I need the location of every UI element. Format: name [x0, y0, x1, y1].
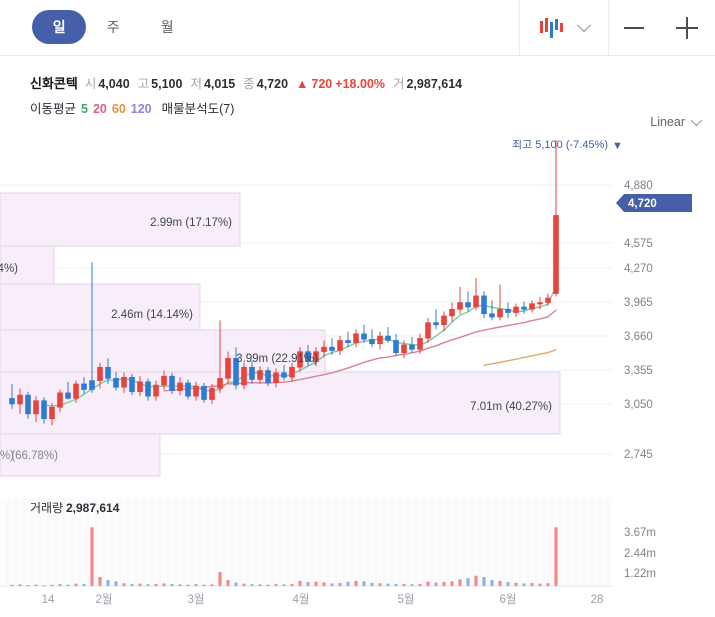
quote-info-bar: 신화콘텍 시 4,040 고 5,100 저 4,015 종 4,720 ▲ 720 +18.00% 거… [0, 56, 715, 122]
moving-average-label: 이동평균 [30, 102, 77, 116]
svg-text:2.99m (17.17%): 2.99m (17.17%) [150, 217, 232, 229]
volume-profile-boxes [0, 192, 561, 477]
candlestick-icon [539, 17, 565, 39]
svg-text:3.99m (22.91%): 3.99m (22.91%) [236, 353, 318, 365]
svg-text:(66.78%): (66.78%) [11, 450, 58, 462]
minus-icon [624, 27, 644, 29]
price-axis-labels: 4,880 4,575 4,270 3,965 3,660 3,355 3,050 2,745 [624, 180, 653, 461]
chevron-down-icon [576, 18, 592, 33]
stock-name: 신화콘텍 [30, 76, 78, 91]
tab-month[interactable]: 월 [140, 10, 194, 44]
svg-text:2월: 2월 [96, 593, 113, 606]
svg-text:2,745: 2,745 [624, 449, 653, 461]
chart-type-selector[interactable] [520, 0, 608, 56]
svg-text:4,880: 4,880 [624, 180, 653, 192]
svg-text:3.67m: 3.67m [624, 527, 656, 539]
svg-text:4,270: 4,270 [624, 263, 653, 275]
x-axis-labels: 14 2월 3월 4월 5월 6월 28 [42, 593, 604, 606]
open-value: 4,040 [98, 77, 130, 91]
period-tabs: 일 주 월 [32, 10, 194, 44]
svg-text:459k (2.64%): 459k (2.64%) [0, 263, 18, 275]
high-value: 5,100 [151, 77, 183, 91]
high-label: 고 [137, 77, 150, 91]
toolbar-right-controls [519, 0, 715, 56]
volume-profile-indicator-label[interactable]: 매물분석도(7) [162, 102, 235, 116]
change-percent: +18.00% [335, 77, 385, 91]
svg-text:6월: 6월 [500, 593, 517, 606]
volume-title: 거래량 2,987,614 [30, 501, 120, 515]
svg-text:3,050: 3,050 [624, 399, 653, 411]
ma-period-20[interactable]: 20 [93, 102, 107, 116]
open-label: 시 [84, 77, 97, 91]
scale-type-selector[interactable]: Linear [650, 114, 703, 129]
svg-text:▼: ▼ [612, 140, 623, 152]
chart-toolbar: 일 주 월 [0, 0, 715, 56]
svg-text:3,965: 3,965 [624, 297, 653, 309]
volume-value: 2,987,614 [406, 77, 463, 91]
price-chart[interactable]: 4,880 4,575 4,270 3,965 3,660 3,355 3,050 2,745… [0, 140, 715, 490]
close-value: 4,720 [256, 77, 289, 91]
svg-text:2.46m (14.14%): 2.46m (14.14%) [111, 309, 193, 321]
svg-text:3,660: 3,660 [624, 331, 653, 343]
volume-chart[interactable]: 3.67m 2.44m 1.22m 거래량 2,987,614 14 2월 3월 4월 5월 6… [0, 490, 715, 617]
change-arrow-icon: ▲ [296, 77, 309, 91]
svg-text:7.01m (40.27%): 7.01m (40.27%) [470, 401, 552, 413]
plus-icon [676, 17, 698, 39]
volume-axis-labels: 3.67m 2.44m 1.22m [624, 527, 656, 580]
ma-period-5[interactable]: 5 [81, 102, 88, 116]
svg-text:2.44m: 2.44m [624, 548, 656, 560]
ma-period-120[interactable]: 120 [131, 102, 152, 116]
svg-text:28: 28 [591, 594, 604, 606]
svg-text:거래량: 거래량 [30, 501, 63, 515]
stock-chart-app: 일 주 월 신화콘텍 시 4,040 고 5,100 저 4,015 종 4,7… [0, 0, 715, 617]
indicator-row: 이동평균 5 20 60 120 매물분석도(7) [30, 98, 234, 117]
svg-text:최고 5,100 (-7.45%): 최고 5,100 (-7.45%) [512, 140, 608, 151]
zoom-out-button[interactable] [609, 0, 659, 56]
tab-week[interactable]: 주 [86, 10, 140, 44]
svg-text:4,575: 4,575 [624, 238, 653, 250]
current-price-badge: 4,720 [616, 194, 692, 212]
low-label: 저 [190, 77, 202, 91]
svg-text:4월: 4월 [293, 593, 310, 606]
scale-type-label: Linear [650, 115, 685, 129]
low-value: 4,015 [203, 77, 236, 91]
tab-day[interactable]: 일 [32, 10, 86, 44]
svg-text:2,987,614: 2,987,614 [66, 501, 120, 515]
svg-text:3,355: 3,355 [624, 365, 653, 377]
ma-period-60[interactable]: 60 [112, 102, 126, 116]
zoom-in-button[interactable] [659, 0, 715, 56]
svg-text:1.22m: 1.22m [624, 568, 656, 580]
volume-label: 거 [392, 77, 405, 91]
change-value: 720 [311, 77, 333, 91]
close-label: 종 [243, 77, 255, 91]
svg-text:4,720: 4,720 [628, 198, 657, 210]
high-price-marker: 최고 5,100 (-7.45%) ▼ [512, 140, 623, 152]
quote-row: 신화콘텍 시 4,040 고 5,100 저 4,015 종 4,720 ▲ 720 +18.00% 거… [30, 73, 470, 92]
svg-text:14: 14 [42, 594, 55, 606]
svg-text:3월: 3월 [188, 593, 205, 606]
svg-text:5월: 5월 [398, 593, 415, 606]
